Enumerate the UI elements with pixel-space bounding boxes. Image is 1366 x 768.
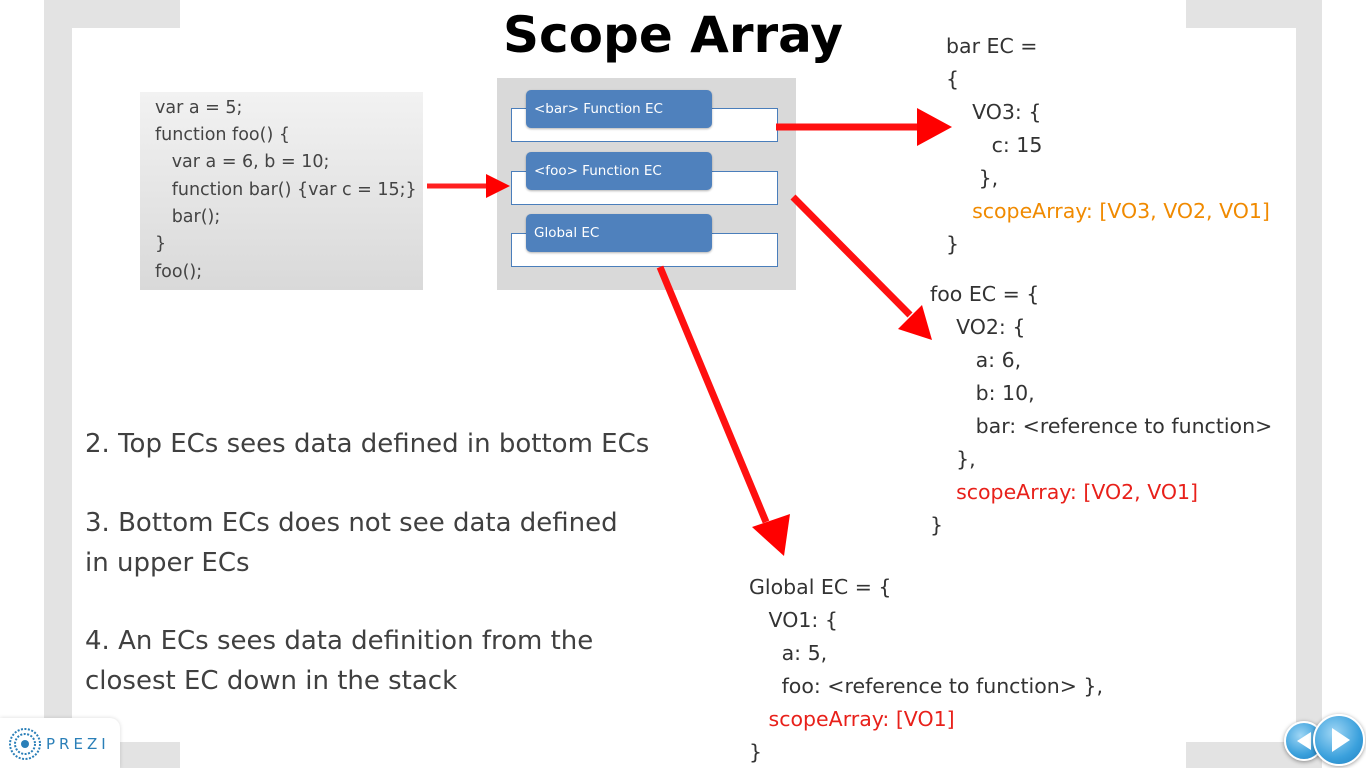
arrow-left-icon	[1297, 732, 1311, 750]
prezi-logo-icon	[9, 728, 41, 760]
prezi-logo: PREZI	[0, 718, 120, 768]
arrow-foo-to-foo-ec	[790, 194, 932, 340]
arrow-bar-to-bar-ec	[776, 108, 952, 146]
arrow-code-to-stack	[427, 174, 510, 198]
arrows-layer	[427, 108, 952, 556]
arrow-right-icon	[1332, 728, 1350, 752]
prezi-logo-text: PREZI	[46, 735, 110, 753]
next-slide-button[interactable]	[1313, 714, 1365, 766]
arrow-global-to-global-ec	[656, 265, 790, 556]
